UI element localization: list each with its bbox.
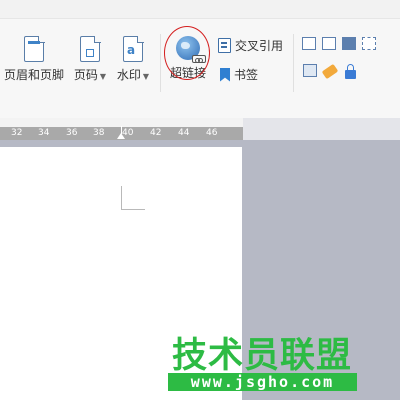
bookmark-button[interactable]: 书签 (220, 66, 258, 83)
ruler-tick: 34 (38, 128, 50, 138)
indent-marker[interactable] (117, 133, 125, 139)
text-field-icon[interactable] (302, 37, 316, 50)
ruler-tick: 32 (11, 128, 23, 138)
margin-corner-mark (121, 186, 122, 210)
watermark-button[interactable]: a 水印 ▼ (114, 35, 152, 83)
site-watermark-url: www.jsgho.com (168, 373, 357, 391)
ruler-tick: 42 (150, 128, 162, 138)
divider (293, 34, 294, 92)
watermark-icon: a (123, 35, 144, 62)
highlight-circle (164, 26, 210, 80)
divider (160, 34, 161, 92)
eraser-icon[interactable] (321, 63, 339, 80)
page-number-icon (80, 35, 101, 62)
ruler-tick: 46 (206, 128, 218, 138)
chevron-down-icon[interactable]: ▼ (100, 72, 106, 81)
ruler-tick: 38 (93, 128, 105, 138)
cross-reference-icon (218, 38, 231, 53)
header-footer-icon (24, 35, 45, 62)
ruler-tick: 44 (178, 128, 190, 138)
ruler-tick: 36 (66, 128, 78, 138)
chevron-down-icon[interactable]: ▼ (143, 72, 149, 81)
header-footer-label: 页眉和页脚 (3, 68, 64, 82)
ruler-background (243, 118, 400, 140)
bookmark-label: 书签 (234, 68, 259, 82)
lock-icon[interactable] (345, 64, 356, 79)
bookmark-icon (220, 67, 230, 82)
picture-field-icon[interactable] (362, 37, 376, 50)
checkbox-field-icon[interactable] (322, 37, 336, 50)
header-footer-button[interactable]: 页眉和页脚 (3, 35, 65, 83)
page-number-label: 页码 (73, 68, 98, 82)
page-number-button[interactable]: 页码 ▼ (71, 35, 109, 83)
field-shading-icon[interactable] (303, 64, 317, 77)
cross-reference-label: 交叉引用 (235, 39, 284, 53)
margin-corner-mark (121, 209, 145, 210)
ribbon-tab-strip (0, 0, 400, 19)
watermark-label: 水印 (116, 68, 141, 82)
ribbon-toolbar: 页眉和页脚 页码 ▼ a 水印 ▼ 超链接 交叉引用 书签 (0, 0, 400, 118)
cross-reference-button[interactable]: 交叉引用 (218, 37, 283, 54)
dropdown-field-icon[interactable] (342, 37, 356, 50)
site-watermark-title: 技术员联盟 (172, 336, 353, 376)
